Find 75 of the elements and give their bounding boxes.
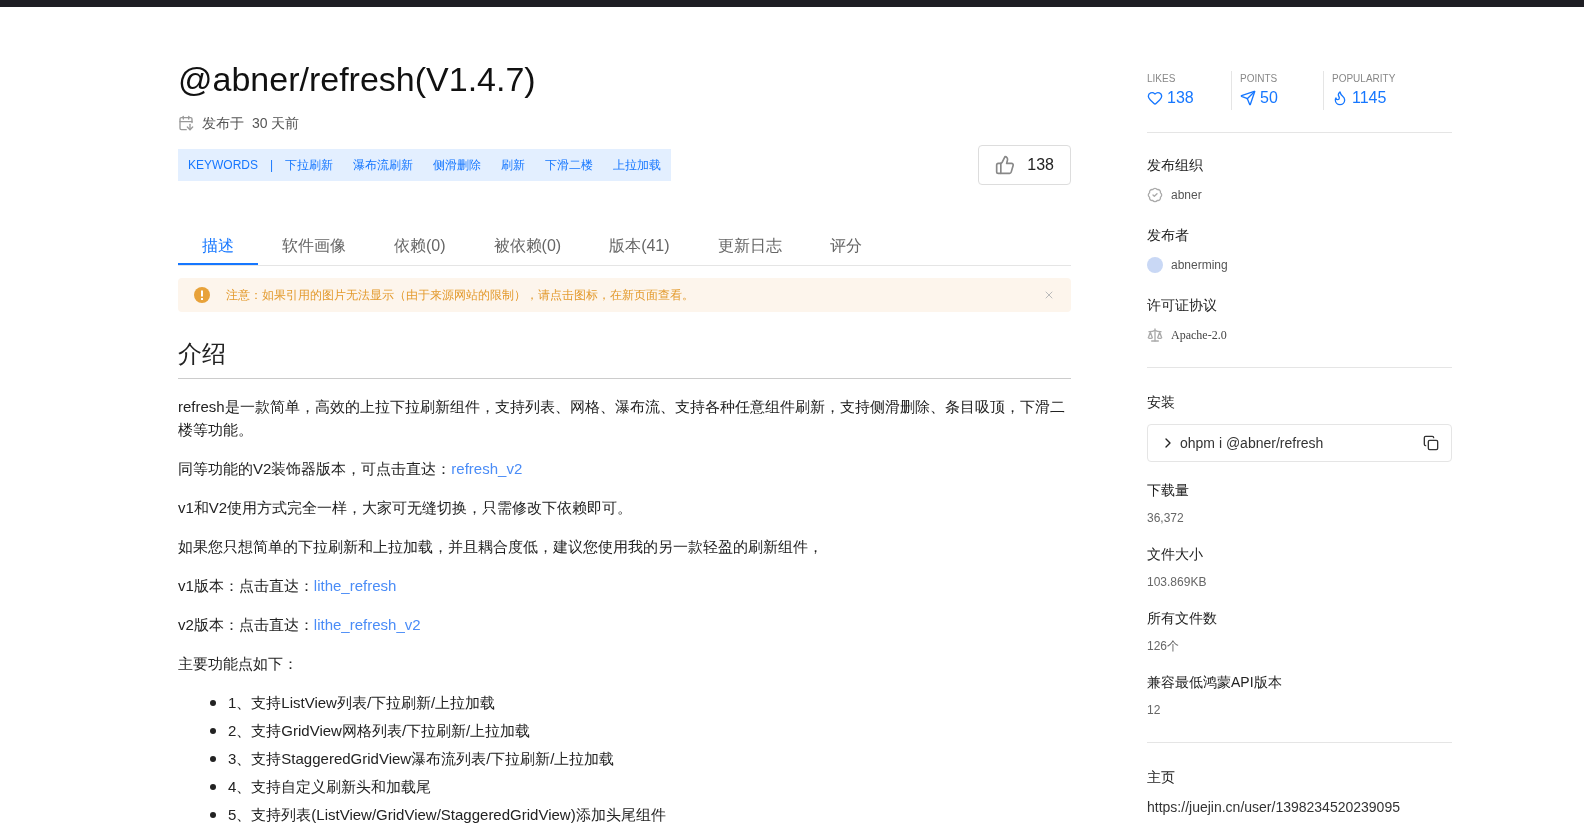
- install-command: ohpm i @abner/refresh: [1180, 434, 1325, 453]
- section-heading: 发布组织: [1147, 156, 1204, 175]
- section-heading: 安装: [1147, 393, 1176, 412]
- keyword-link[interactable]: 侧滑删除: [433, 157, 482, 173]
- detail-value: 103.869KB: [1147, 574, 1208, 590]
- publish-label: 发布于: [202, 114, 244, 133]
- link[interactable]: lithe_refresh_v2: [313, 616, 421, 633]
- notice-text: 注意：如果引用的图片无法显示（由于来源网站的限制），请点击图标，在新页面查看。: [226, 287, 695, 303]
- section-heading: 许可证协议: [1147, 296, 1218, 315]
- feature-item: 1、支持ListView列表/下拉刷新/上拉加载: [228, 693, 496, 713]
- tab[interactable]: 被依赖(0): [469, 229, 586, 265]
- feature-item: 2、支持GridView网格列表/下拉刷新/上拉加载: [228, 721, 531, 741]
- keywords-separator: |: [270, 157, 274, 173]
- calendar-icon: [178, 115, 194, 131]
- avatar-icon: [1147, 257, 1163, 273]
- tab[interactable]: 描述: [178, 229, 258, 265]
- copy-icon[interactable]: [1423, 435, 1439, 451]
- verified-badge-icon: [1147, 187, 1163, 203]
- stat-label: POINTS: [1240, 72, 1279, 86]
- keyword-link[interactable]: 刷新: [501, 157, 526, 173]
- like-button[interactable]: 138: [978, 145, 1071, 185]
- package-title: @abner/refresh(V1.4.7): [178, 59, 537, 100]
- stat-label: POPULARITY: [1332, 72, 1397, 86]
- license-name: Apache-2.0: [1171, 327, 1227, 343]
- stat-value: 50: [1260, 88, 1278, 108]
- keyword-link[interactable]: 下滑二楼: [545, 157, 594, 173]
- tab[interactable]: 依赖(0): [370, 229, 470, 265]
- link[interactable]: refresh_v2: [451, 460, 523, 477]
- bullet-icon: [210, 811, 216, 818]
- detail-value: 36,372: [1147, 510, 1185, 526]
- section-heading: 兼容最低鸿蒙API版本: [1147, 673, 1283, 692]
- keywords-label: KEYWORDS: [188, 157, 258, 173]
- section-heading: 所有文件数: [1147, 609, 1218, 628]
- scale-icon: [1147, 327, 1163, 343]
- link[interactable]: lithe_refresh: [313, 577, 397, 594]
- paragraph: v2版本：点击直达：lithe_refresh_v2: [178, 615, 422, 635]
- keyword-link[interactable]: 上拉加载: [613, 157, 662, 173]
- feature-item: 4、支持自定义刷新头和加载尾: [228, 777, 432, 797]
- flame-icon: [1332, 90, 1348, 106]
- publish-time: 30 天前: [252, 114, 300, 133]
- paragraph: v1版本：点击直达：lithe_refresh: [178, 576, 398, 596]
- section-heading: 介绍: [178, 338, 1071, 379]
- feature-item: 5、支持列表(ListView/GridView/StaggeredGridView)添加头尾组件: [228, 805, 666, 825]
- bullet-icon: [210, 699, 216, 706]
- homepage-link[interactable]: https://juejin.cn/user/1398234520239095: [1147, 797, 1452, 817]
- paragraph: 主要功能点如下：: [178, 654, 299, 674]
- paragraph: v1和V2使用方式完全一样，大家可无缝切换，只需修改下依赖即可。: [178, 498, 634, 518]
- bullet-icon: [210, 755, 216, 762]
- paragraph: refresh是一款简单，高效的上拉下拉刷新组件，支持列表、网格、瀑布流、支持各种任意组件刷新，支持侧滑删除、条目吸顶，下滑二楼等功能。: [178, 397, 1066, 440]
- stat-value: 138: [1167, 88, 1194, 108]
- bullet-icon: [210, 783, 216, 790]
- tab[interactable]: 评分: [805, 229, 886, 265]
- section-heading: 下载量: [1147, 481, 1190, 500]
- paragraph: 如果您只想简单的下拉刷新和上拉加载，并且耦合度低，建议您使用我的另一款轻盈的刷新组件，: [178, 537, 824, 557]
- section-heading: 主页: [1147, 768, 1176, 787]
- stat-label: LIKES: [1147, 72, 1177, 86]
- warning-icon: [194, 287, 210, 303]
- detail-value: 12: [1147, 702, 1162, 718]
- section-heading: 发布者: [1147, 226, 1190, 245]
- tab[interactable]: 版本(41): [585, 229, 694, 265]
- keyword-link[interactable]: 下拉刷新: [285, 157, 334, 173]
- keyword-link[interactable]: 瀑布流刷新: [353, 157, 414, 173]
- bullet-icon: [210, 727, 216, 734]
- thumbs-up-icon: [995, 155, 1016, 175]
- heart-icon: [1147, 90, 1163, 106]
- publisher-name[interactable]: abnerming: [1171, 257, 1228, 273]
- paragraph: 同等功能的V2装饰器版本，可点击直达：refresh_v2: [178, 459, 524, 479]
- tab[interactable]: 软件画像: [258, 229, 370, 265]
- detail-value: 126个: [1147, 638, 1181, 654]
- feature-item: 3、支持StaggeredGridView瀑布流列表/下拉刷新/上拉加载: [228, 749, 615, 769]
- paper-plane-icon: [1240, 90, 1256, 106]
- stat-value: 1145: [1352, 88, 1387, 108]
- tab[interactable]: 更新日志: [693, 229, 806, 265]
- org-name[interactable]: abner: [1171, 187, 1202, 203]
- section-heading: 文件大小: [1147, 545, 1204, 564]
